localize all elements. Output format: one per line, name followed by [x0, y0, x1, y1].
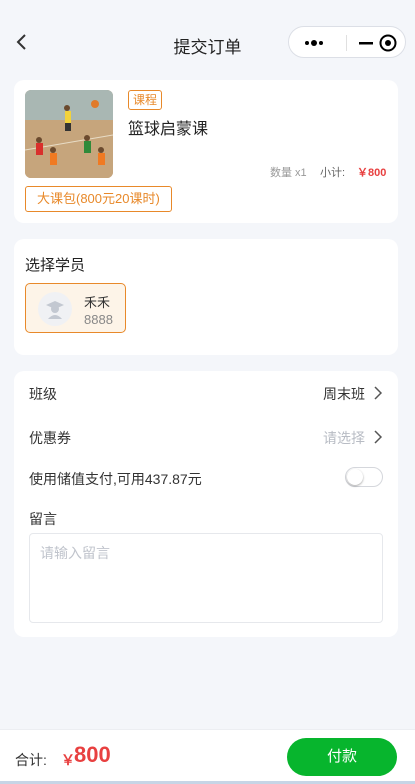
- capsule-divider: [346, 35, 347, 51]
- currency-symbol: ￥: [61, 752, 75, 768]
- subtotal-label: 小计:: [320, 167, 346, 179]
- student-id: 8888: [84, 312, 113, 327]
- package-chip[interactable]: 大课包(800元20课时): [25, 186, 172, 212]
- student-option[interactable]: 禾禾 8888: [25, 283, 126, 333]
- minimize-icon[interactable]: [353, 35, 379, 51]
- course-name: 篮球启蒙课: [128, 121, 209, 138]
- nav-bar: 提交订单: [0, 0, 415, 84]
- memo-input[interactable]: [29, 533, 383, 623]
- toggle-knob: [347, 469, 363, 485]
- mini-program-capsule: [288, 26, 406, 58]
- course-image: [25, 90, 113, 178]
- close-target-icon[interactable]: [377, 33, 399, 53]
- checkout-bar: 合计: ￥ 800 付款: [0, 729, 415, 784]
- balance-row: 使用储值支付,可用437.87元: [29, 467, 383, 489]
- graduate-icon: [46, 301, 64, 319]
- pay-button[interactable]: 付款: [287, 738, 397, 776]
- course-tag: 课程: [128, 90, 163, 110]
- balance-toggle[interactable]: [345, 467, 383, 487]
- balance-label: 使用储值支付,可用437.87元: [29, 471, 202, 487]
- student-name: 禾禾: [84, 295, 111, 310]
- order-options-card: 班级 周末班 优惠券 请选择 使用储值支付,可用437.87元 留言: [14, 371, 398, 637]
- class-row[interactable]: 班级 周末班: [29, 382, 383, 404]
- memo-label: 留言: [29, 511, 57, 527]
- subtotal-value: ￥800: [357, 167, 387, 179]
- coupon-label: 优惠券: [29, 430, 71, 446]
- avatar: [38, 292, 72, 326]
- class-value: 周末班: [323, 386, 365, 402]
- total-label: 合计:: [15, 752, 47, 768]
- student-card: 选择学员 禾禾 8888: [14, 239, 398, 355]
- coupon-row[interactable]: 优惠券 请选择: [29, 426, 383, 448]
- coupon-value: 请选择: [323, 430, 365, 446]
- quantity-text: 数量 x1: [270, 167, 307, 179]
- chevron-right-icon: [374, 430, 383, 444]
- chevron-right-icon: [374, 386, 383, 400]
- course-card: 课程 篮球启蒙课 数量 x1 小计: ￥800 大课包(800元20课时): [14, 80, 398, 223]
- total-value: 800: [74, 742, 111, 767]
- class-label: 班级: [29, 386, 57, 402]
- more-icon[interactable]: [301, 35, 331, 51]
- student-section-title: 选择学员: [25, 257, 86, 274]
